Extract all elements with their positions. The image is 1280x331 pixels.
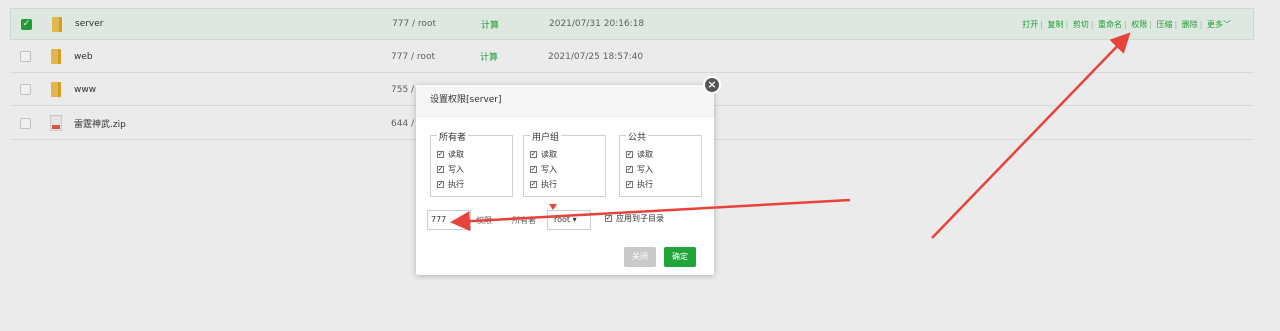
option-label: 执行 <box>637 180 653 189</box>
option-read[interactable]: ✓ 读取 <box>437 149 464 160</box>
folder-icon <box>51 82 61 97</box>
option-execute[interactable]: ✓ 执行 <box>530 179 557 190</box>
folder-icon <box>52 17 62 32</box>
row-checkbox[interactable] <box>20 51 31 62</box>
checkbox-checked-icon[interactable]: ✓ <box>437 166 444 173</box>
zip-file-icon <box>50 115 62 131</box>
owner-label: 所有者 <box>512 216 536 225</box>
file-mtime: 2021/07/25 18:57:40 <box>548 51 644 62</box>
option-label: 写入 <box>637 165 653 174</box>
file-type: 计算 <box>480 53 499 63</box>
row-checkbox[interactable] <box>20 84 31 95</box>
apply-label: 应用到子目录 <box>616 214 664 223</box>
option-read[interactable]: ✓ 读取 <box>530 149 557 160</box>
chevron-down-icon: ﹀ <box>1223 19 1231 29</box>
option-label: 写入 <box>448 165 464 174</box>
checkbox-checked-icon[interactable]: ✓ <box>626 151 633 158</box>
row-checkbox[interactable] <box>20 118 31 129</box>
option-read[interactable]: ✓ 读取 <box>626 149 653 160</box>
action-cut[interactable]: 剪切 <box>1073 20 1089 29</box>
file-permission[interactable]: 777 / root <box>392 19 436 29</box>
action-permission[interactable]: 权限 <box>1131 20 1147 29</box>
option-label: 执行 <box>541 180 557 189</box>
option-label: 读取 <box>541 150 557 159</box>
file-permission[interactable]: 777 / root <box>391 52 435 62</box>
option-execute[interactable]: ✓ 执行 <box>626 179 653 190</box>
group-label: 公共 <box>626 130 649 143</box>
option-label: 读取 <box>448 150 464 159</box>
usergroup-group: 用户组 ✓ 读取 ✓ 写入 ✓ 执行 <box>523 130 606 197</box>
checkbox-checked-icon[interactable]: ✓ <box>437 151 444 158</box>
permission-dialog: 设置权限[server] × 所有者 ✓ 读取 ✓ 写入 ✓ 执行 用户组 ✓ 读取 ✓… <box>416 76 721 275</box>
action-copy[interactable]: 复制 <box>1048 20 1064 29</box>
option-write[interactable]: ✓ 写入 <box>626 164 653 175</box>
option-label: 读取 <box>637 150 653 159</box>
file-name[interactable]: www <box>74 85 96 95</box>
file-type: 计算 <box>481 20 500 31</box>
checkbox-checked-icon[interactable]: ✓ <box>605 215 612 222</box>
owner-group: 所有者 ✓ 读取 ✓ 写入 ✓ 执行 <box>430 130 513 197</box>
folder-icon <box>51 49 61 64</box>
option-execute[interactable]: ✓ 执行 <box>437 179 464 190</box>
file-permission[interactable]: 755 / <box>391 85 414 95</box>
group-label: 所有者 <box>437 130 469 143</box>
checkbox-checked-icon[interactable]: ✓ <box>530 181 537 188</box>
file-name[interactable]: web <box>74 52 93 62</box>
permission-label: 权限 <box>476 216 492 225</box>
permission-input[interactable]: 777 <box>427 210 471 230</box>
option-write[interactable]: ✓ 写入 <box>530 164 557 175</box>
checkbox-checked-icon[interactable]: ✓ <box>530 151 537 158</box>
checkbox-checked-icon[interactable]: ✓ <box>437 181 444 188</box>
action-more[interactable]: 更多 <box>1207 20 1223 29</box>
owner-select[interactable]: root ▾ <box>547 210 591 230</box>
file-row-web[interactable]: web 777 / root 计算 2021/07/25 18:57:40 <box>10 41 1254 73</box>
close-button[interactable]: 关闭 <box>624 247 656 267</box>
group-label: 用户组 <box>530 130 562 143</box>
apply-subdir[interactable]: ✓ 应用到子目录 <box>605 213 664 224</box>
option-write[interactable]: ✓ 写入 <box>437 164 464 175</box>
row-checkbox[interactable]: ✓ <box>21 18 32 30</box>
caret-down-icon: ▾ <box>572 215 577 224</box>
action-open[interactable]: 打开 <box>1022 20 1038 29</box>
file-name[interactable]: server <box>75 19 104 29</box>
checkbox-checked-icon[interactable]: ✓ <box>626 166 633 173</box>
close-icon[interactable]: × <box>703 76 721 94</box>
file-row-server[interactable]: ✓ server 777 / root 计算 2021/07/31 20:16:… <box>10 8 1254 40</box>
row-actions: 打开 | 复制 | 剪切 | 重命名 | 权限 | 压缩 | 删除 | 更多﹀ <box>1022 19 1231 29</box>
public-group: 公共 ✓ 读取 ✓ 写入 ✓ 执行 <box>619 130 702 197</box>
file-permission[interactable]: 644 / <box>391 119 414 129</box>
confirm-button[interactable]: 确定 <box>664 247 696 267</box>
option-label: 执行 <box>448 180 464 189</box>
checkbox-checked-icon[interactable]: ✓ <box>626 181 633 188</box>
action-delete[interactable]: 删除 <box>1182 20 1198 29</box>
action-compress[interactable]: 压缩 <box>1157 20 1173 29</box>
dialog-title: 设置权限[server] <box>416 85 714 117</box>
checkbox-checked-icon[interactable]: ✓ <box>530 166 537 173</box>
action-rename[interactable]: 重命名 <box>1098 20 1122 29</box>
option-label: 写入 <box>541 165 557 174</box>
file-mtime: 2021/07/31 20:16:18 <box>549 19 645 29</box>
file-name[interactable]: 雷霆神武.zip <box>74 117 126 130</box>
owner-value: root <box>554 215 571 224</box>
